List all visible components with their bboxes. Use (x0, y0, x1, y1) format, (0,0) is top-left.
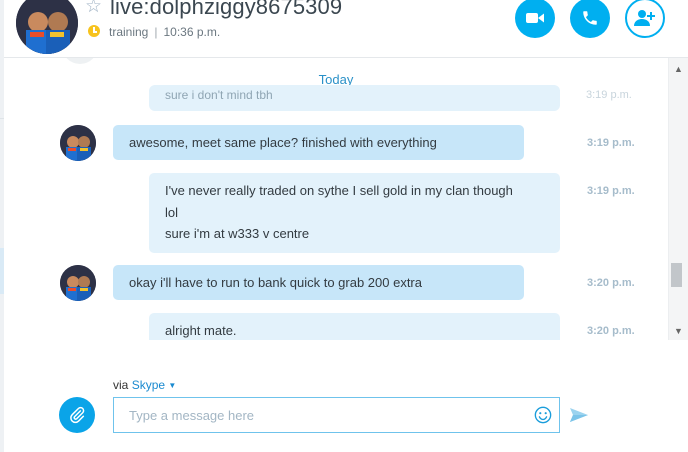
smiley-icon[interactable] (534, 406, 552, 424)
attach-button[interactable] (59, 397, 95, 433)
message-input[interactable] (114, 398, 524, 432)
contact-subtitle: training | 10:36 p.m. (109, 25, 220, 39)
message-bubble-incoming[interactable]: awesome, meet same place? finished with … (113, 125, 524, 160)
message-text: sure i don't mind tbh (165, 88, 273, 102)
contact-local-time: 10:36 p.m. (163, 25, 221, 39)
message-history[interactable]: Today sure i don't mind tbh 3:19 p.m. aw… (4, 58, 668, 340)
subtitle-separator: | (154, 25, 158, 39)
phone-icon (583, 11, 597, 25)
message-time: 3:19 p.m. (586, 89, 632, 101)
audio-call-button[interactable] (570, 0, 610, 38)
paperclip-icon (70, 406, 85, 424)
video-call-button[interactable] (515, 0, 555, 38)
contact-mood: training (109, 25, 149, 39)
message-time: 3:20 p.m. (587, 325, 635, 337)
send-icon[interactable] (570, 407, 588, 423)
message-text: alright mate. (165, 323, 237, 338)
previous-avatar (62, 58, 98, 64)
scroll-down-arrow-icon[interactable]: ▼ (674, 326, 683, 336)
add-people-button[interactable] (625, 0, 665, 38)
contact-name: live:dolphziggy8675309 (110, 0, 343, 19)
message-text: awesome, meet same place? finished with … (129, 135, 437, 150)
contact-avatar[interactable] (16, 0, 78, 54)
sender-avatar[interactable] (60, 125, 96, 161)
message-time: 3:19 p.m. (587, 137, 635, 149)
message-scrollbar[interactable]: ▲ ▼ (668, 58, 688, 340)
scroll-up-arrow-icon[interactable]: ▲ (674, 64, 683, 74)
message-time: 3:20 p.m. (587, 277, 635, 289)
favorite-star-icon[interactable]: ☆ (85, 0, 102, 16)
message-text: I've never really traded on sythe I sell… (165, 183, 513, 198)
conversation-header: ☆ live:dolphziggy8675309 training | 10:36 … (4, 0, 688, 58)
video-camera-icon (526, 13, 544, 23)
sender-avatar[interactable] (60, 265, 96, 301)
message-bubble-outgoing[interactable]: I've never really traded on sythe I sell… (149, 173, 560, 253)
scrollbar-thumb[interactable] (671, 263, 682, 287)
message-text: lol (165, 204, 179, 220)
message-input-box[interactable] (113, 397, 560, 433)
via-service-selector[interactable]: via Skype ▼ (113, 378, 176, 392)
message-bubble-partial[interactable]: sure i don't mind tbh (149, 85, 560, 111)
via-prefix: via (113, 378, 129, 392)
via-service-name[interactable]: Skype (132, 378, 165, 392)
away-clock-icon (88, 25, 100, 37)
message-text: sure i'm at w333 v centre (165, 226, 310, 241)
message-time: 3:19 p.m. (587, 185, 635, 197)
message-bubble-incoming[interactable]: okay i'll have to run to bank quick to g… (113, 265, 524, 300)
chevron-down-icon[interactable]: ▼ (168, 381, 176, 390)
add-person-icon (634, 10, 655, 26)
message-bubble-outgoing[interactable]: alright mate. (149, 313, 560, 340)
message-text: okay i'll have to run to bank quick to g… (129, 275, 422, 290)
